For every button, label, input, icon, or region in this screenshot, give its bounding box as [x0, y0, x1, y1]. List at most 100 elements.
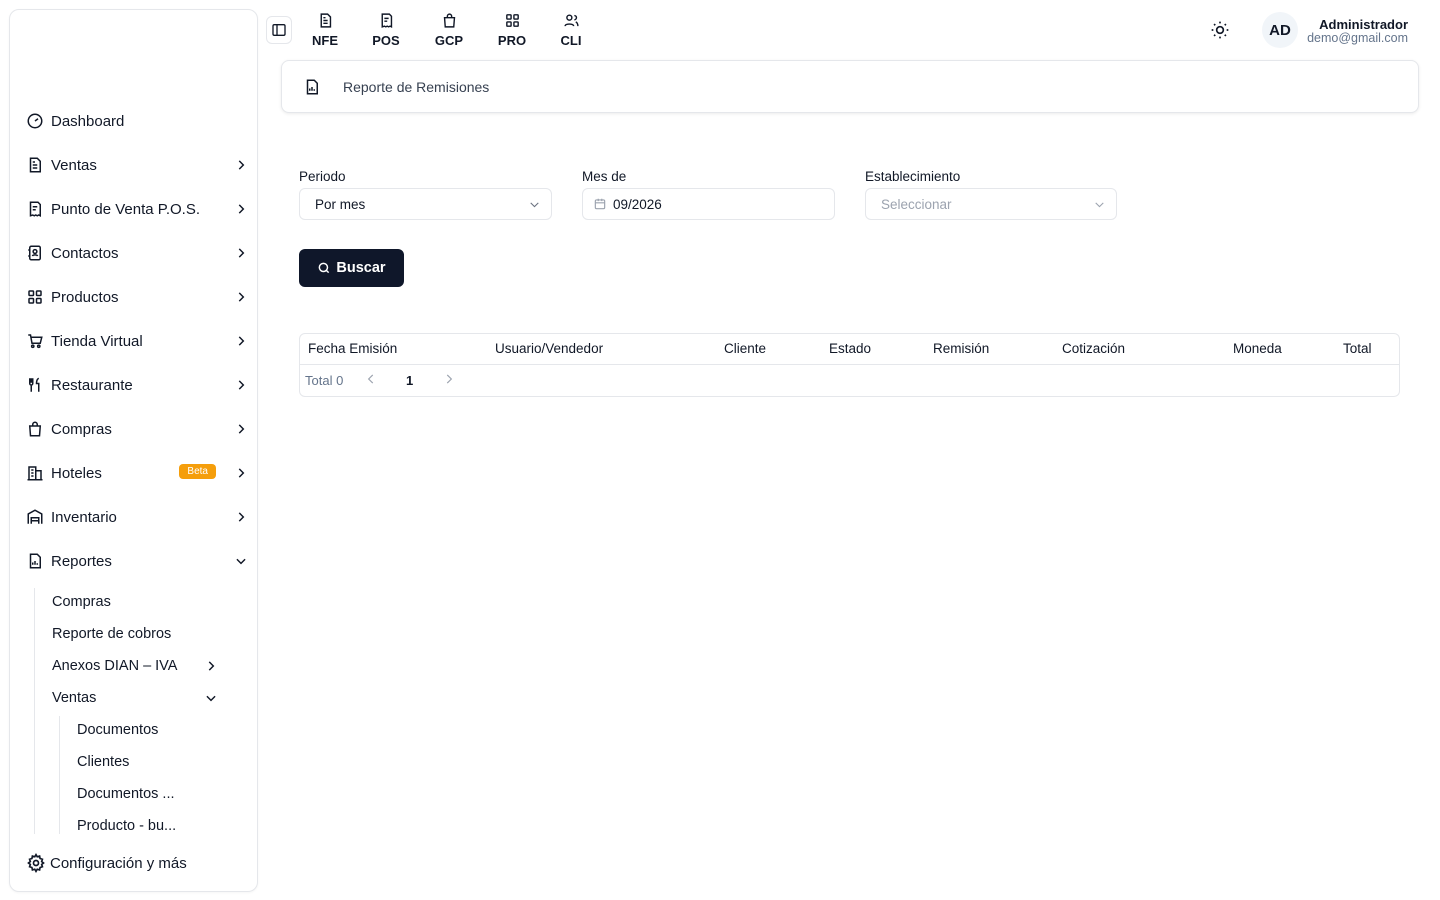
mes-label: Mes de	[582, 169, 627, 184]
column-header[interactable]: Total	[1343, 341, 1372, 356]
contacts-icon	[26, 244, 44, 262]
sun-icon	[1211, 21, 1229, 39]
sidebar-item-label: Contactos	[51, 244, 119, 262]
sidebar-item-label: Reportes	[51, 552, 112, 570]
sidebar: Dashboard Ventas Punto de Venta P.O.S. C…	[9, 9, 258, 892]
column-header[interactable]: Fecha Emisión	[308, 341, 397, 356]
user-name: Administrador	[1319, 17, 1408, 32]
submenu-item-ventas[interactable]: Ventas	[52, 686, 218, 710]
chevron-right-icon	[238, 160, 245, 170]
column-header[interactable]: Cliente	[724, 341, 766, 356]
column-header[interactable]: Estado	[829, 341, 871, 356]
module-gcp-button[interactable]: GCP	[426, 12, 472, 48]
report-icon	[306, 79, 318, 95]
chevron-right-icon	[238, 512, 245, 522]
sidebar-item-label: Hoteles	[51, 464, 102, 482]
sidebar-item-settings[interactable]: Configuración y más	[26, 847, 248, 879]
warehouse-icon	[26, 508, 44, 526]
document-icon	[26, 156, 44, 174]
pagination-current-page[interactable]: 1	[406, 373, 413, 388]
sidebar-item-ventas[interactable]: Ventas	[26, 149, 248, 181]
chevron-right-icon	[238, 204, 245, 214]
submenu-item-reporte-cobros[interactable]: Reporte de cobros	[52, 622, 171, 646]
document-icon	[320, 13, 331, 28]
module-label: POS	[372, 33, 400, 48]
chevron-left-icon[interactable]	[364, 372, 378, 386]
submenu-item-documentos-2[interactable]: Documentos ...	[77, 782, 175, 806]
sidebar-item-label: Ventas	[51, 156, 97, 174]
search-button[interactable]: Buscar	[299, 249, 404, 287]
module-nfe-button[interactable]: NFE	[302, 12, 348, 48]
page-header: Reporte de Remisiones	[281, 60, 1419, 113]
building-icon	[26, 464, 44, 482]
sidebar-item-label: Productos	[51, 288, 119, 306]
establecimiento-select[interactable]: Seleccionar	[865, 188, 1117, 220]
column-header[interactable]: Remisión	[933, 341, 989, 356]
theme-toggle-button[interactable]	[1208, 18, 1232, 42]
chevron-down-icon	[1095, 202, 1104, 208]
sidebar-item-reportes[interactable]: Reportes	[26, 545, 248, 577]
module-pro-button[interactable]: PRO	[489, 12, 535, 48]
gauge-icon	[26, 112, 44, 130]
chevron-down-icon	[236, 558, 246, 565]
chevron-right-icon	[238, 424, 245, 434]
sidebar-panel-icon	[272, 24, 286, 36]
sidebar-item-label: Dashboard	[51, 112, 125, 130]
submenu-item-anexos-dian[interactable]: Anexos DIAN – IVA	[52, 654, 218, 678]
shopping-bag-icon	[26, 420, 44, 438]
sidebar-item-pos[interactable]: Punto de Venta P.O.S.	[26, 193, 248, 225]
search-icon	[319, 262, 330, 274]
module-label: GCP	[434, 33, 464, 48]
submenu-guide-line-nested	[59, 716, 60, 834]
chevron-right-icon	[238, 468, 245, 478]
results-table: Fecha Emisión Usuario/Vendedor Cliente E…	[299, 333, 1400, 397]
sidebar-item-inventario[interactable]: Inventario	[26, 501, 248, 533]
sidebar-item-label: Punto de Venta P.O.S.	[51, 200, 201, 218]
column-header[interactable]: Usuario/Vendedor	[495, 341, 603, 356]
utensils-icon	[26, 376, 44, 394]
users-icon	[563, 14, 579, 27]
establecimiento-label: Establecimiento	[865, 169, 961, 184]
sidebar-item-label: Tienda Virtual	[51, 332, 143, 350]
establecimiento-placeholder: Seleccionar	[881, 196, 952, 212]
module-label: NFE	[312, 33, 338, 48]
chevron-right-icon	[238, 292, 245, 302]
sidebar-item-compras[interactable]: Compras	[26, 413, 248, 445]
avatar[interactable]: AD	[1262, 12, 1298, 48]
module-pos-button[interactable]: POS	[363, 12, 409, 48]
module-cli-button[interactable]: CLI	[548, 12, 594, 48]
search-button-label: Buscar	[336, 260, 386, 276]
gear-icon	[26, 853, 46, 873]
submenu-item-clientes[interactable]: Clientes	[77, 750, 129, 774]
periodo-value: Por mes	[315, 196, 366, 212]
sidebar-item-label: Inventario	[51, 508, 117, 526]
sidebar-item-restaurante[interactable]: Restaurante	[26, 369, 248, 401]
receipt-icon	[26, 200, 44, 218]
periodo-select[interactable]: Por mes	[299, 188, 552, 220]
sidebar-item-contactos[interactable]: Contactos	[26, 237, 248, 269]
submenu-item-compras[interactable]: Compras	[52, 590, 111, 614]
chevron-right-icon	[238, 336, 245, 346]
chevron-right-icon	[238, 248, 245, 258]
submenu-item-label: Ventas	[52, 690, 97, 706]
report-icon	[26, 552, 44, 570]
sidebar-item-tienda-virtual[interactable]: Tienda Virtual	[26, 325, 248, 357]
sidebar-toggle-button[interactable]	[266, 16, 292, 44]
table-divider	[300, 364, 1399, 365]
mes-date-picker[interactable]: 09/2026	[582, 188, 835, 220]
cart-icon	[26, 332, 44, 350]
beta-badge: Beta	[179, 464, 216, 479]
chevron-right-icon[interactable]	[442, 372, 456, 386]
submenu-item-producto[interactable]: Producto - bu...	[77, 814, 176, 838]
submenu-item-documentos[interactable]: Documentos	[77, 718, 158, 742]
column-header[interactable]: Cotización	[1062, 341, 1125, 356]
chevron-down-icon	[530, 202, 539, 208]
sidebar-item-productos[interactable]: Productos	[26, 281, 248, 313]
page-title: Reporte de Remisiones	[343, 79, 490, 95]
submenu-item-label: Anexos DIAN – IVA	[52, 658, 178, 674]
module-label: PRO	[497, 33, 527, 48]
sidebar-item-hoteles[interactable]: Hoteles Beta	[26, 457, 248, 489]
column-header[interactable]: Moneda	[1233, 341, 1282, 356]
user-email: demo@gmail.com	[1307, 31, 1408, 45]
sidebar-item-dashboard[interactable]: Dashboard	[26, 105, 248, 137]
